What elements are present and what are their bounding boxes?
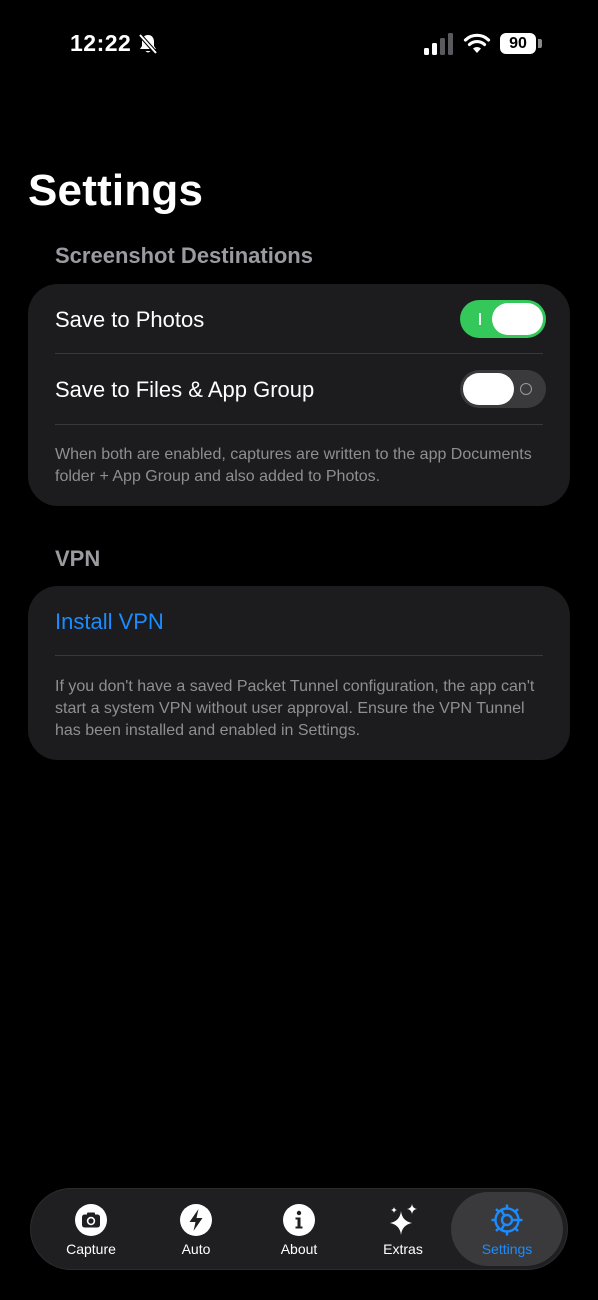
sparkles-icon <box>390 1204 417 1235</box>
screenshot-destinations-note: When both are enabled, captures are writ… <box>55 446 532 485</box>
cellular-signal-icon <box>424 33 453 55</box>
status-bar: 12:22 90 <box>0 0 598 90</box>
battery-level: 90 <box>509 34 527 52</box>
tab-label: Auto <box>181 1241 211 1257</box>
tab-about[interactable]: About <box>247 1189 351 1269</box>
wifi-icon <box>463 33 491 53</box>
save-to-photos-label: Save to Photos <box>55 307 205 332</box>
save-to-files-toggle[interactable] <box>460 370 546 408</box>
bolt-icon <box>180 1204 212 1236</box>
screenshot-destinations-card: Save to Photos Save to Files & App Group… <box>28 284 570 506</box>
toggle-knob <box>463 373 514 405</box>
battery-indicator: 90 <box>500 33 536 54</box>
vpn-card: Install VPN If you don't have a saved Pa… <box>28 586 570 760</box>
row-divider <box>55 655 543 656</box>
toggle-on-mark <box>479 313 481 325</box>
settings-screen: 12:22 90 Settings Screenshot Destination… <box>0 0 598 1300</box>
tab-label: Capture <box>66 1241 116 1257</box>
save-to-files-label: Save to Files & App Group <box>55 377 315 402</box>
battery-nub <box>538 39 542 48</box>
tab-capture[interactable]: Capture <box>39 1189 143 1269</box>
toggle-off-mark <box>520 383 532 395</box>
tab-auto[interactable]: Auto <box>144 1189 248 1269</box>
section-header-vpn: VPN <box>55 546 101 571</box>
install-vpn-button[interactable]: Install VPN <box>55 609 543 635</box>
tab-settings[interactable]: Settings <box>451 1192 563 1266</box>
tab-label: Extras <box>383 1241 423 1257</box>
tab-extras[interactable]: Extras <box>351 1189 455 1269</box>
section-header-screenshot-destinations: Screenshot Destinations <box>55 243 313 268</box>
silent-bell-icon <box>138 33 158 55</box>
info-icon <box>283 1204 315 1236</box>
row-divider <box>55 353 543 354</box>
row-divider <box>55 424 543 425</box>
tab-label: About <box>280 1241 318 1257</box>
tab-bar: Capture Auto About Extras Settings <box>30 1188 568 1270</box>
camera-icon <box>75 1204 107 1236</box>
vpn-note: If you don't have a saved Packet Tunnel … <box>55 678 535 739</box>
toggle-knob <box>492 303 543 335</box>
gear-icon <box>491 1204 523 1236</box>
save-to-photos-toggle[interactable] <box>460 300 546 338</box>
page-title: Settings <box>28 166 204 215</box>
tab-label: Settings <box>481 1241 533 1257</box>
status-time: 12:22 <box>70 30 132 56</box>
